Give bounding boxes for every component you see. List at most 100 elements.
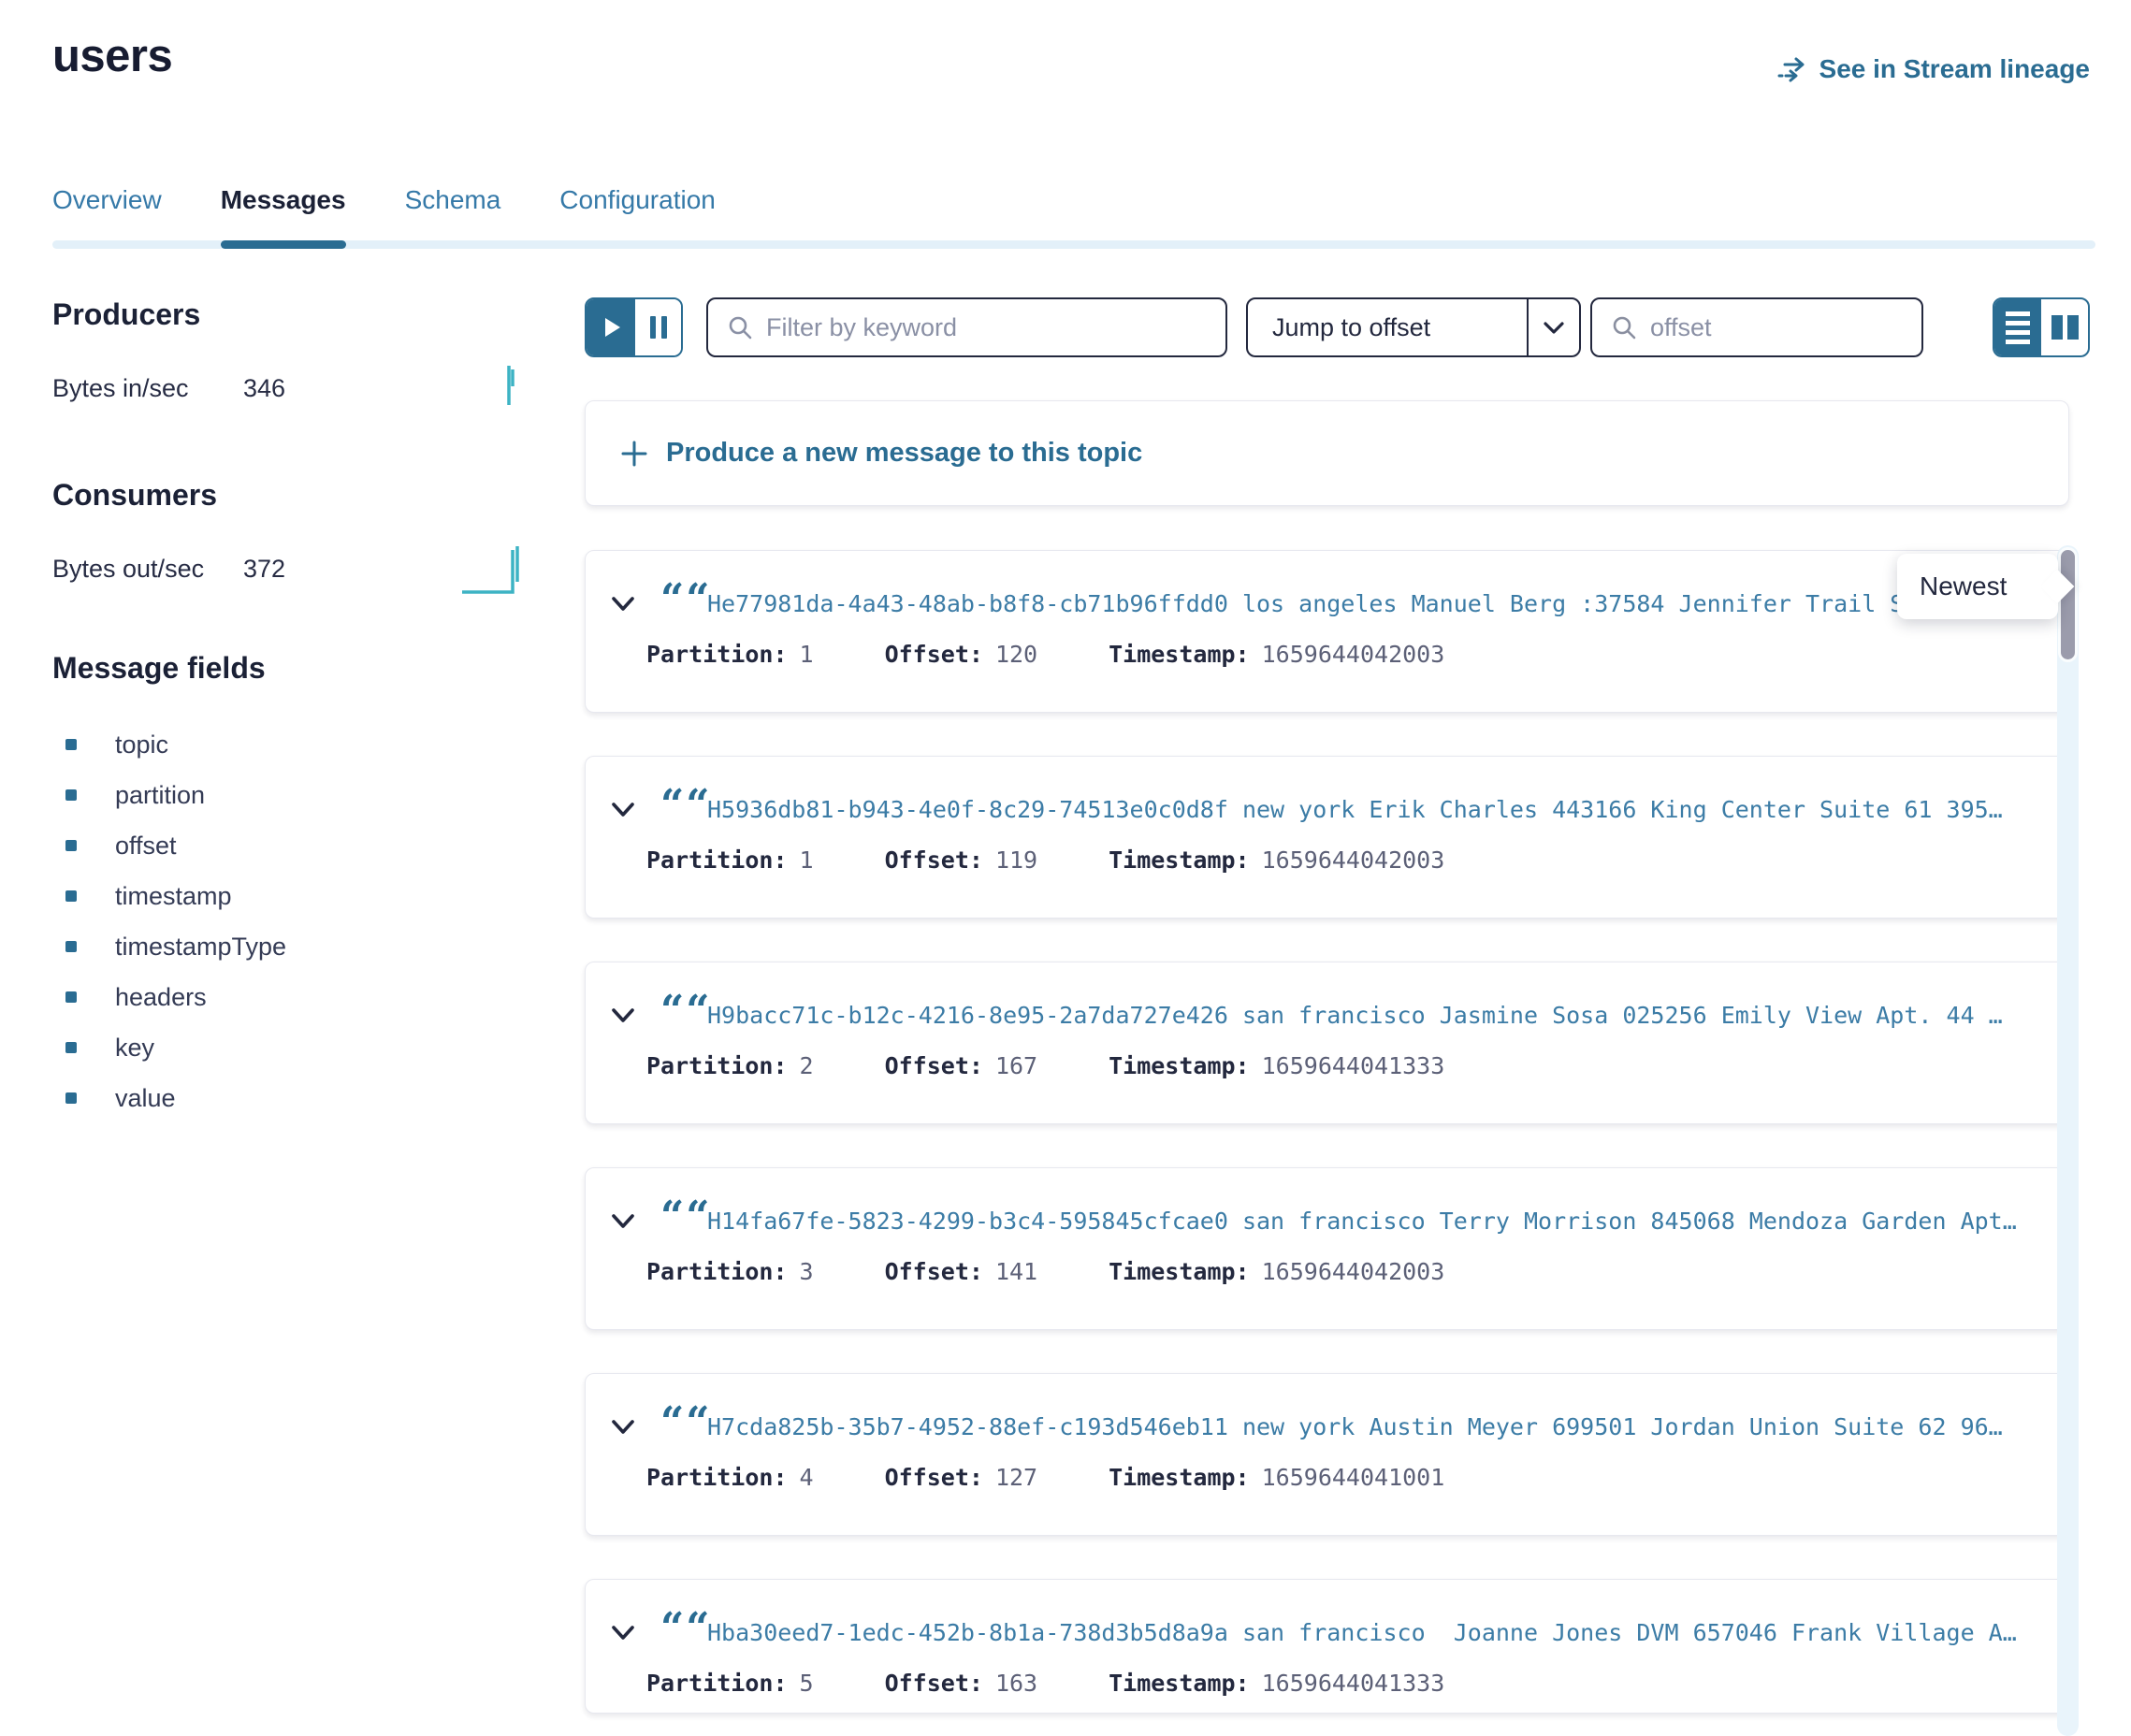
quote-icons: ““ [660,579,712,620]
partition-label: Partition: [646,1464,788,1491]
offset-label: Offset: [885,1670,983,1697]
timestamp-value: 1659644042003 [1262,846,1445,874]
field-label: value [115,1084,176,1113]
partition-value: 3 [800,1258,814,1285]
messages-scrollbar-track[interactable] [2057,545,2079,1736]
field-label: topic [115,731,168,760]
message-row[interactable]: ““ H5936db81-b943-4e0f-8c29-74513e0c0d8f… [585,756,2069,919]
field-bullet-icon [65,991,77,1003]
message-field-timestamp[interactable]: timestamp [52,871,558,921]
column-view-button[interactable] [2041,299,2088,355]
message-field-key[interactable]: key [52,1022,558,1073]
see-in-stream-lineage-link[interactable]: See in Stream lineage [1776,54,2090,84]
produce-message-button[interactable]: Produce a new message to this topic [585,400,2069,506]
field-label: timestampType [115,933,286,962]
expand-chevron-icon[interactable] [609,1211,637,1232]
offset-label: Offset: [885,1052,983,1079]
tab-configuration[interactable]: Configuration [559,185,716,249]
expand-chevron-icon[interactable] [609,1417,637,1438]
message-row[interactable]: ““ Hba30eed7-1edc-452b-8b1a-738d3b5d8a9a… [585,1579,2069,1714]
timestamp-value: 1659644041001 [1262,1464,1445,1491]
partition-value: 1 [800,846,814,874]
message-summary: H14fa67fe-5823-4299-b3c4-595845cfcae0 sa… [707,1208,2053,1235]
list-view-icon [2006,311,2030,316]
filter-keyword-input[interactable] [766,313,1225,342]
produce-message-label: Produce a new message to this topic [666,438,1142,469]
offset-search-field [1590,297,1923,357]
timestamp-value: 1659644041333 [1262,1052,1445,1079]
lineage-link-label: See in Stream lineage [1819,54,2090,84]
column-view-icon [2051,315,2063,340]
plus-icon [619,439,649,469]
producers-heading: Producers [52,297,558,332]
messages-scrollbar-thumb[interactable] [2061,550,2075,659]
timestamp-value: 1659644042003 [1262,641,1445,668]
message-field-value[interactable]: value [52,1073,558,1123]
tab-bar: Overview Messages Schema Configuration [52,185,2095,249]
list-view-button[interactable] [1994,299,2041,355]
jump-to-offset-select[interactable]: Jump to offset [1246,297,1581,357]
message-row[interactable]: ““ H9bacc71c-b12c-4216-8e95-2a7da727e426… [585,962,2069,1124]
partition-label: Partition: [646,1052,788,1079]
bytes-in-metric: Bytes in/sec 346 [52,366,558,411]
pause-button[interactable] [635,299,681,355]
newest-tooltip: Newest [1897,554,2058,619]
timestamp-label: Timestamp: [1109,1258,1250,1285]
message-meta: Partition:5 Offset:163 Timestamp:1659644… [646,1670,1444,1697]
sidebar: Producers Bytes in/sec 346 Consumers Byt… [52,297,558,1123]
field-bullet-icon [65,739,77,750]
consumers-heading: Consumers [52,478,558,513]
field-bullet-icon [65,890,77,902]
message-row[interactable]: ““ H7cda825b-35b7-4952-88ef-c193d546eb11… [585,1373,2069,1536]
timestamp-value: 1659644042003 [1262,1258,1445,1285]
tab-overview[interactable]: Overview [52,185,162,249]
partition-value: 5 [800,1670,814,1697]
timestamp-label: Timestamp: [1109,1670,1250,1697]
timestamp-label: Timestamp: [1109,641,1250,668]
message-field-offset[interactable]: offset [52,820,558,871]
message-meta: Partition:4 Offset:127 Timestamp:1659644… [646,1464,1444,1491]
offset-value: 120 [995,641,1037,668]
bytes-in-label: Bytes in/sec [52,374,243,403]
field-label: timestamp [115,882,232,911]
expand-chevron-icon[interactable] [609,1623,637,1643]
message-summary: H9bacc71c-b12c-4216-8e95-2a7da727e426 sa… [707,1002,2053,1029]
bytes-out-sparkline-icon [460,537,544,595]
offset-label: Offset: [885,846,983,874]
message-field-timestamptype[interactable]: timestampType [52,921,558,972]
tab-underline-track [52,240,2095,249]
expand-chevron-icon[interactable] [609,800,637,820]
timestamp-label: Timestamp: [1109,1464,1250,1491]
message-field-topic[interactable]: topic [52,719,558,770]
field-label: partition [115,781,205,810]
message-row[interactable]: ““ He77981da-4a43-48ab-b8f8-cb71b96ffdd0… [585,550,2069,713]
view-toggle-group [1993,297,2090,357]
message-summary: Hba30eed7-1edc-452b-8b1a-738d3b5d8a9a sa… [707,1619,2053,1646]
partition-value: 2 [800,1052,814,1079]
field-label: offset [115,832,177,861]
field-label: key [115,1034,154,1063]
partition-label: Partition: [646,1258,788,1285]
message-meta: Partition:2 Offset:167 Timestamp:1659644… [646,1052,1444,1079]
offset-value: 119 [995,846,1037,874]
bytes-in-value: 346 [243,374,285,403]
expand-chevron-icon[interactable] [609,1005,637,1026]
play-button[interactable] [587,299,635,355]
message-row[interactable]: ““ H14fa67fe-5823-4299-b3c4-595845cfcae0… [585,1167,2069,1330]
partition-value: 1 [800,641,814,668]
tab-messages[interactable]: Messages [221,185,346,249]
offset-search-input[interactable] [1650,313,1921,342]
bytes-out-metric: Bytes out/sec 372 [52,546,558,591]
offset-label: Offset: [885,641,983,668]
expand-chevron-icon[interactable] [609,594,637,615]
partition-label: Partition: [646,641,788,668]
play-icon [605,318,620,337]
jump-to-offset-value: Jump to offset [1248,313,1527,342]
offset-value: 167 [995,1052,1037,1079]
message-field-headers[interactable]: headers [52,972,558,1022]
message-summary: He77981da-4a43-48ab-b8f8-cb71b96ffdd0 lo… [707,590,2053,617]
chevron-down-icon [1529,319,1579,336]
quote-icons: ““ [660,785,712,826]
tab-schema[interactable]: Schema [405,185,501,249]
message-field-partition[interactable]: partition [52,770,558,820]
